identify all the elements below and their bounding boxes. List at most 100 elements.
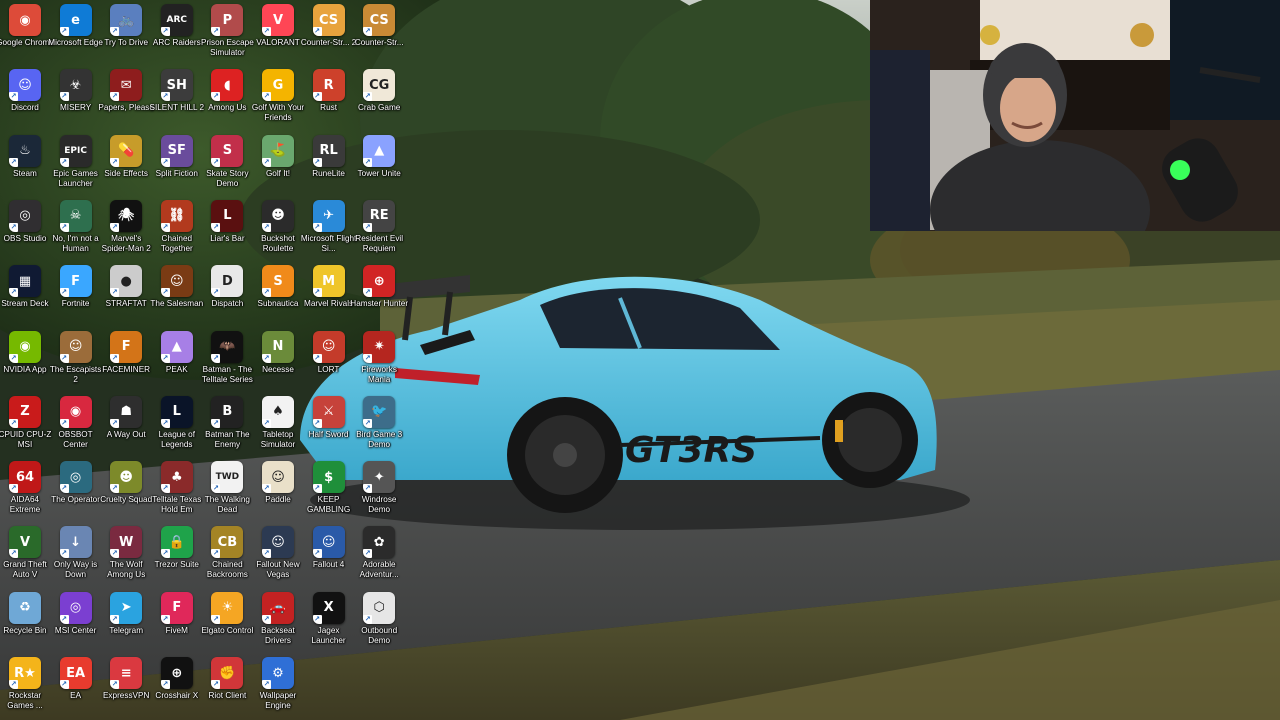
- desktop-shortcut[interactable]: B ↗ Batman The Enemy: [202, 392, 252, 456]
- desktop-shortcut[interactable]: L ↗ Liar's Bar: [202, 196, 252, 260]
- desktop-shortcut[interactable]: $ ↗ KEEP GAMBLING: [304, 457, 354, 521]
- desktop-shortcut[interactable]: 🐦 ↗ Bird Game 3 Demo: [354, 392, 404, 456]
- desktop-shortcut[interactable]: ☺ ↗ The Escapists 2: [50, 327, 101, 391]
- desktop-shortcut[interactable]: F ↗ Fortnite: [51, 261, 101, 325]
- hamster-hunter-icon: ⊕ ↗: [363, 265, 396, 298]
- desktop-shortcut[interactable]: ✿ ↗ Adorable Adventur...: [354, 522, 404, 586]
- desktop-shortcut[interactable]: ☺ ↗ Discord: [0, 65, 50, 129]
- desktop-shortcut[interactable]: ⬡ ↗ Outbound Demo: [354, 588, 404, 652]
- desktop-shortcut[interactable]: ✈ ↗ Microsoft Flight Si...: [301, 196, 356, 260]
- desktop-shortcut[interactable]: ⚔ ↗ Half Sword: [304, 392, 354, 456]
- desktop-shortcut[interactable]: ☠ ↗ No, I'm not a Human: [51, 196, 101, 260]
- desktop-shortcut[interactable]: RE ↗ Resident Evil Requiem: [354, 196, 404, 260]
- desktop-shortcut[interactable]: 64 ↗ AIDA64 Extreme: [0, 457, 50, 521]
- icon-glyph: ⊕: [171, 665, 183, 681]
- desktop-shortcut[interactable]: ♠ ↗ Tabletop Simulator: [253, 392, 303, 456]
- desktop-shortcut[interactable]: CS ↗ Counter-Str...: [354, 0, 404, 64]
- desktop-shortcut[interactable]: RL ↗ RuneLite: [304, 131, 354, 195]
- desktop-shortcut[interactable]: ARC ↗ ARC Raiders: [152, 0, 202, 64]
- desktop-shortcut[interactable]: ✊ ↗ Riot Client: [202, 653, 252, 717]
- desktop-shortcut[interactable]: CS ↗ Counter-Str... 2: [301, 0, 356, 64]
- desktop-shortcut[interactable]: ◉ Google Chrome: [0, 0, 54, 64]
- desktop-shortcut[interactable]: L ↗ League of Legends: [152, 392, 202, 456]
- desktop-shortcut[interactable]: ⚙ ↗ Wallpaper Engine: [253, 653, 303, 717]
- shortcut-arrow-icon: ↗: [9, 484, 18, 494]
- desktop-shortcut[interactable]: V ↗ Grand Theft Auto V: [0, 522, 50, 586]
- desktop-shortcut[interactable]: ✉ ↗ Papers, Please: [98, 65, 154, 129]
- desktop-shortcut[interactable]: S ↗ Subnautica: [253, 261, 303, 325]
- desktop-shortcut[interactable]: 🦇 ↗ Batman - The Telltale Series: [202, 327, 253, 391]
- desktop-shortcut[interactable]: ⛓ ↗ Chained Together: [152, 196, 202, 260]
- desktop-shortcut[interactable]: ▲ ↗ Tower Unite: [354, 131, 404, 195]
- desktop-shortcut[interactable]: e ↗ Microsoft Edge: [48, 0, 103, 64]
- desktop-shortcut[interactable]: CB ↗ Chained Backrooms: [202, 522, 252, 586]
- desktop-shortcut[interactable]: ☺ ↗ Paddle: [253, 457, 303, 521]
- msi-center-icon: ◎ ↗: [59, 591, 92, 624]
- shortcut-arrow-icon: ↗: [312, 353, 322, 363]
- desktop-shortcut[interactable]: ➤ ↗ Telegram: [101, 588, 151, 652]
- desktop-shortcut[interactable]: ◎ ↗ OBS Studio: [0, 196, 50, 260]
- desktop-shortcut[interactable]: ☺ ↗ The Salesman: [150, 261, 203, 325]
- desktop-shortcut[interactable]: F ↗ FiveM: [152, 588, 202, 652]
- desktop-shortcut[interactable]: CG ↗ Crab Game: [354, 65, 404, 129]
- desktop-shortcut[interactable]: TWD ↗ The Walking Dead: [202, 457, 252, 521]
- shortcut-arrow-icon: ↗: [9, 92, 18, 102]
- desktop-shortcut[interactable]: ↓ ↗ Only Way is Down: [51, 522, 101, 586]
- obsbot-icon: ◉ ↗: [59, 395, 92, 428]
- desktop-shortcut[interactable]: ≡ ↗ ExpressVPN: [101, 653, 151, 717]
- desktop-shortcut[interactable]: EA ↗ EA: [51, 653, 101, 717]
- desktop-shortcut[interactable]: N ↗ Necesse: [253, 327, 303, 391]
- desktop-shortcut[interactable]: ◎ ↗ MSI Center: [51, 588, 101, 652]
- desktop-shortcut[interactable]: S ↗ Skate Story Demo: [202, 131, 252, 195]
- desktop-shortcut[interactable]: 💊 ↗ Side Effects: [101, 131, 151, 195]
- desktop-shortcut[interactable]: ✷ ↗ Fireworks Mania: [354, 327, 404, 391]
- misery-icon: ☣ ↗: [59, 69, 92, 102]
- desktop-shortcut[interactable]: ▲ ↗ PEAK: [152, 327, 202, 391]
- desktop-shortcut[interactable]: D ↗ Dispatch: [202, 261, 252, 325]
- desktop-shortcut[interactable]: ⊕ ↗ Hamster Hunter: [350, 261, 408, 325]
- desktop-shortcut[interactable]: ☻ ↗ Cruelty Squad: [100, 457, 152, 521]
- desktop-shortcut[interactable]: Z ↗ CPUID CPU-Z MSI: [0, 392, 51, 456]
- shortcut-arrow-icon: ↗: [160, 222, 170, 232]
- desktop-shortcut[interactable]: ☻ ↗ Buckshot Roulette: [253, 196, 303, 260]
- desktop-shortcut[interactable]: ● ↗ STRAFTAT: [101, 261, 151, 325]
- desktop-shortcut-label: Jagex Launcher: [311, 625, 346, 645]
- desktop-shortcut[interactable]: ✦ ↗ Windrose Demo: [354, 457, 404, 521]
- desktop-shortcut[interactable]: 🕷 ↗ Marvel's Spider-Man 2: [101, 196, 151, 260]
- shortcut-arrow-icon: ↗: [211, 157, 221, 167]
- desktop-shortcut[interactable]: ☗ ↗ A Way Out: [101, 392, 151, 456]
- desktop-shortcut[interactable]: ◖ ↗ Among Us: [202, 65, 252, 129]
- desktop-shortcut[interactable]: ▦ ↗ Stream Deck: [0, 261, 50, 325]
- desktop-shortcut[interactable]: ☺ ↗ Fallout 4: [304, 522, 354, 586]
- desktop-shortcut[interactable]: ♻ Recycle Bin: [0, 588, 50, 652]
- desktop-shortcut[interactable]: ☣ ↗ MISERY: [51, 65, 101, 129]
- icon-glyph: ☺: [321, 534, 336, 550]
- desktop-shortcut[interactable]: X ↗ Jagex Launcher: [304, 588, 354, 652]
- desktop-shortcut[interactable]: 🔒 ↗ Trezor Suite: [152, 522, 202, 586]
- desktop-shortcut[interactable]: ☀ ↗ Elgato Control: [201, 588, 253, 652]
- desktop-shortcut[interactable]: W ↗ The Wolf Among Us: [101, 522, 151, 586]
- desktop-shortcut[interactable]: SF ↗ Split Fiction: [152, 131, 202, 195]
- desktop-shortcut[interactable]: M ↗ Marvel Rivals: [304, 261, 354, 325]
- desktop-shortcut[interactable]: ⊕ ↗ Crosshair X: [152, 653, 202, 717]
- desktop-shortcut[interactable]: ☺ ↗ Fallout New Vegas: [253, 522, 303, 586]
- desktop-shortcut[interactable]: ◉ ↗ OBSBOT Center: [51, 392, 101, 456]
- desktop-shortcut[interactable]: 🚲 ↗ Try To Drive: [101, 0, 151, 64]
- desktop-shortcut[interactable]: P ↗ Prison Escape Simulator: [201, 0, 254, 64]
- desktop-shortcut[interactable]: ☺ ↗ LORT: [304, 327, 354, 391]
- desktop-shortcut[interactable]: ♨ ↗ Steam: [0, 131, 50, 195]
- desktop-shortcut[interactable]: SH ↗ SILENT HILL 2: [149, 65, 204, 129]
- shortcut-arrow-icon: ↗: [110, 484, 120, 494]
- desktop-shortcut[interactable]: V ↗ VALORANT: [253, 0, 303, 64]
- desktop-shortcut[interactable]: R ↗ Rust: [304, 65, 354, 129]
- desktop-shortcut[interactable]: R★ ↗ Rockstar Games ...: [0, 653, 50, 717]
- desktop-shortcut[interactable]: F ↗ FACEMINER: [101, 327, 151, 391]
- desktop-shortcut[interactable]: EPIC ↗ Epic Games Launcher: [51, 131, 101, 195]
- desktop-shortcut[interactable]: 🚗 ↗ Backseat Drivers: [253, 588, 303, 652]
- desktop-shortcut[interactable]: G ↗ Golf With Your Friends: [252, 65, 304, 129]
- desktop-shortcut-label: Adorable Adventur...: [359, 560, 399, 580]
- desktop-shortcut[interactable]: ◎ ↗ The Operator: [51, 457, 101, 521]
- desktop-shortcut[interactable]: ⛳ ↗ Golf It!: [253, 131, 303, 195]
- desktop-shortcut[interactable]: ◉ ↗ NVIDIA App: [0, 327, 50, 391]
- desktop-shortcut[interactable]: ♣ ↗ Telltale Texas Hold Em: [152, 457, 202, 521]
